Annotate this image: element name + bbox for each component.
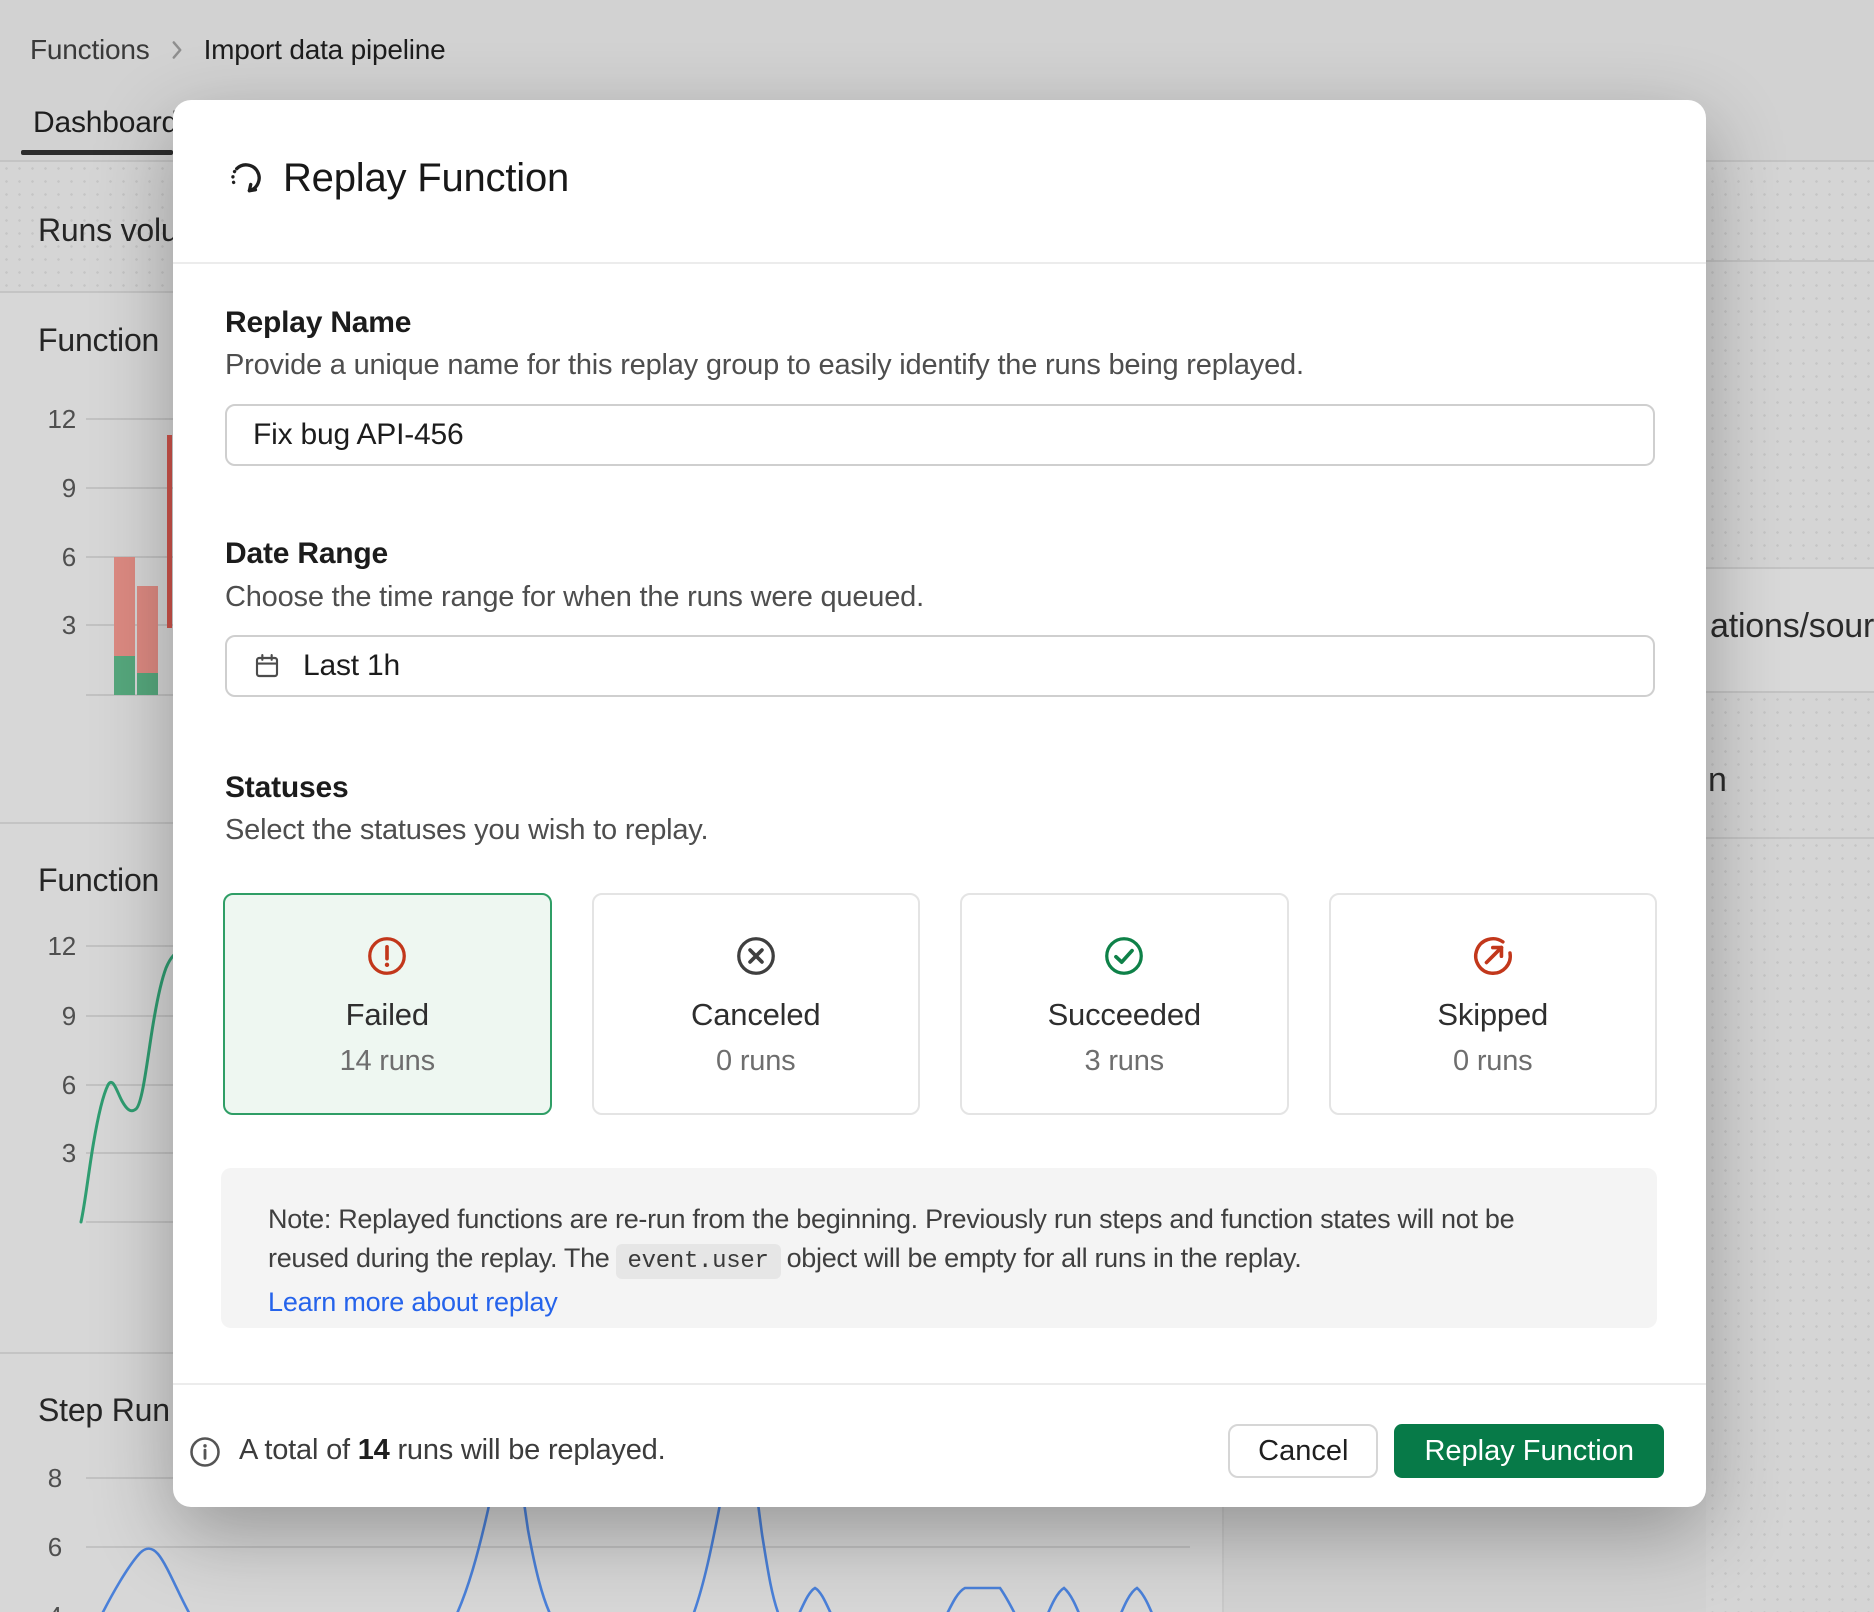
svg-text:8: 8 — [48, 1463, 62, 1493]
right-band-label: ations/sourc — [1706, 569, 1874, 691]
right-band-bottom — [1706, 839, 1874, 1612]
replay-name-input[interactable] — [225, 404, 1655, 466]
replay-function-modal: Replay Function Replay Name Provide a un… — [173, 100, 1706, 1507]
status-runs: 0 runs — [716, 1045, 795, 1078]
footer-buttons: Cancel Replay Function — [1228, 1424, 1664, 1478]
note-line2: reused during the replay. Theevent.usero… — [268, 1243, 1301, 1275]
status-name: Succeeded — [1048, 997, 1201, 1033]
check-circle-icon — [1101, 933, 1147, 979]
breadcrumb-current: Import data pipeline — [204, 34, 446, 66]
redo-circle-icon — [1470, 933, 1516, 979]
replay-name-label: Replay Name — [225, 306, 411, 340]
footer-summary: A total of 14 runs will be replayed. — [239, 1434, 665, 1467]
note-line1: Note: Replayed functions are re-run from… — [268, 1204, 1514, 1235]
svg-text:9: 9 — [62, 1001, 76, 1031]
inline-code: event.user — [616, 1244, 781, 1279]
status-runs: 14 runs — [340, 1045, 435, 1078]
svg-text:9: 9 — [62, 473, 76, 503]
alert-circle-icon — [364, 933, 410, 979]
status-name: Skipped — [1437, 997, 1548, 1033]
date-range-label: Date Range — [225, 537, 388, 571]
note-box: Note: Replayed functions are re-run from… — [221, 1168, 1657, 1328]
footer-divider — [173, 1383, 1706, 1385]
header-divider — [173, 262, 1706, 264]
tab-active-underline — [21, 150, 173, 155]
breadcrumb-functions[interactable]: Functions — [30, 34, 150, 66]
status-card-skipped[interactable]: Skipped 0 runs — [1329, 893, 1658, 1115]
status-card-canceled[interactable]: Canceled 0 runs — [592, 893, 921, 1115]
status-runs: 0 runs — [1453, 1045, 1532, 1078]
info-icon — [187, 1434, 223, 1470]
svg-text:6: 6 — [62, 542, 76, 572]
clipped-text-fragment: n — [1708, 761, 1727, 800]
x-circle-icon — [733, 933, 779, 979]
date-range-field[interactable]: Last 1h — [225, 635, 1655, 697]
svg-text:12: 12 — [47, 404, 76, 434]
right-band-mid: n — [1706, 693, 1874, 837]
svg-text:3: 3 — [62, 1138, 76, 1168]
date-range-value: Last 1h — [303, 649, 400, 683]
line-chart-green: 12 9 6 3 — [0, 824, 200, 1352]
footer-total-count: 14 — [358, 1434, 390, 1466]
bar-chart: 12 9 6 3 — [0, 293, 200, 822]
status-name: Canceled — [691, 997, 820, 1033]
screen: Functions Import data pipeline Dashboard… — [0, 0, 1874, 1612]
clipped-text-fragment: ations/sourc — [1710, 607, 1874, 646]
status-card-failed[interactable]: Failed 14 runs — [223, 893, 552, 1115]
svg-text:12: 12 — [47, 931, 76, 961]
status-cards: Failed 14 runs Canceled 0 runs Succeeded — [223, 893, 1657, 1115]
status-card-succeeded[interactable]: Succeeded 3 runs — [960, 893, 1289, 1115]
status-runs: 3 runs — [1085, 1045, 1164, 1078]
right-band-top — [1706, 162, 1874, 567]
cancel-button[interactable]: Cancel — [1228, 1424, 1378, 1478]
replay-icon — [225, 157, 267, 199]
status-name: Failed — [346, 997, 429, 1033]
modal-title: Replay Function — [283, 156, 569, 201]
tab-dashboard[interactable]: Dashboard — [33, 106, 178, 140]
learn-more-link[interactable]: Learn more about replay — [268, 1287, 558, 1318]
replay-function-button[interactable]: Replay Function — [1394, 1424, 1664, 1478]
right-divider — [1706, 260, 1874, 262]
svg-text:4: 4 — [48, 1601, 62, 1612]
svg-text:6: 6 — [62, 1070, 76, 1100]
svg-text:6: 6 — [48, 1532, 62, 1562]
statuses-label: Statuses — [225, 771, 348, 805]
statuses-description: Select the statuses you wish to replay. — [225, 814, 708, 847]
chevron-right-icon — [164, 37, 190, 63]
replay-name-description: Provide a unique name for this replay gr… — [225, 349, 1304, 382]
runs-volume-heading: Runs volu — [38, 212, 179, 249]
breadcrumb: Functions Import data pipeline — [30, 34, 446, 66]
calendar-icon — [251, 650, 283, 682]
svg-text:3: 3 — [62, 610, 76, 640]
date-range-description: Choose the time range for when the runs … — [225, 581, 924, 614]
